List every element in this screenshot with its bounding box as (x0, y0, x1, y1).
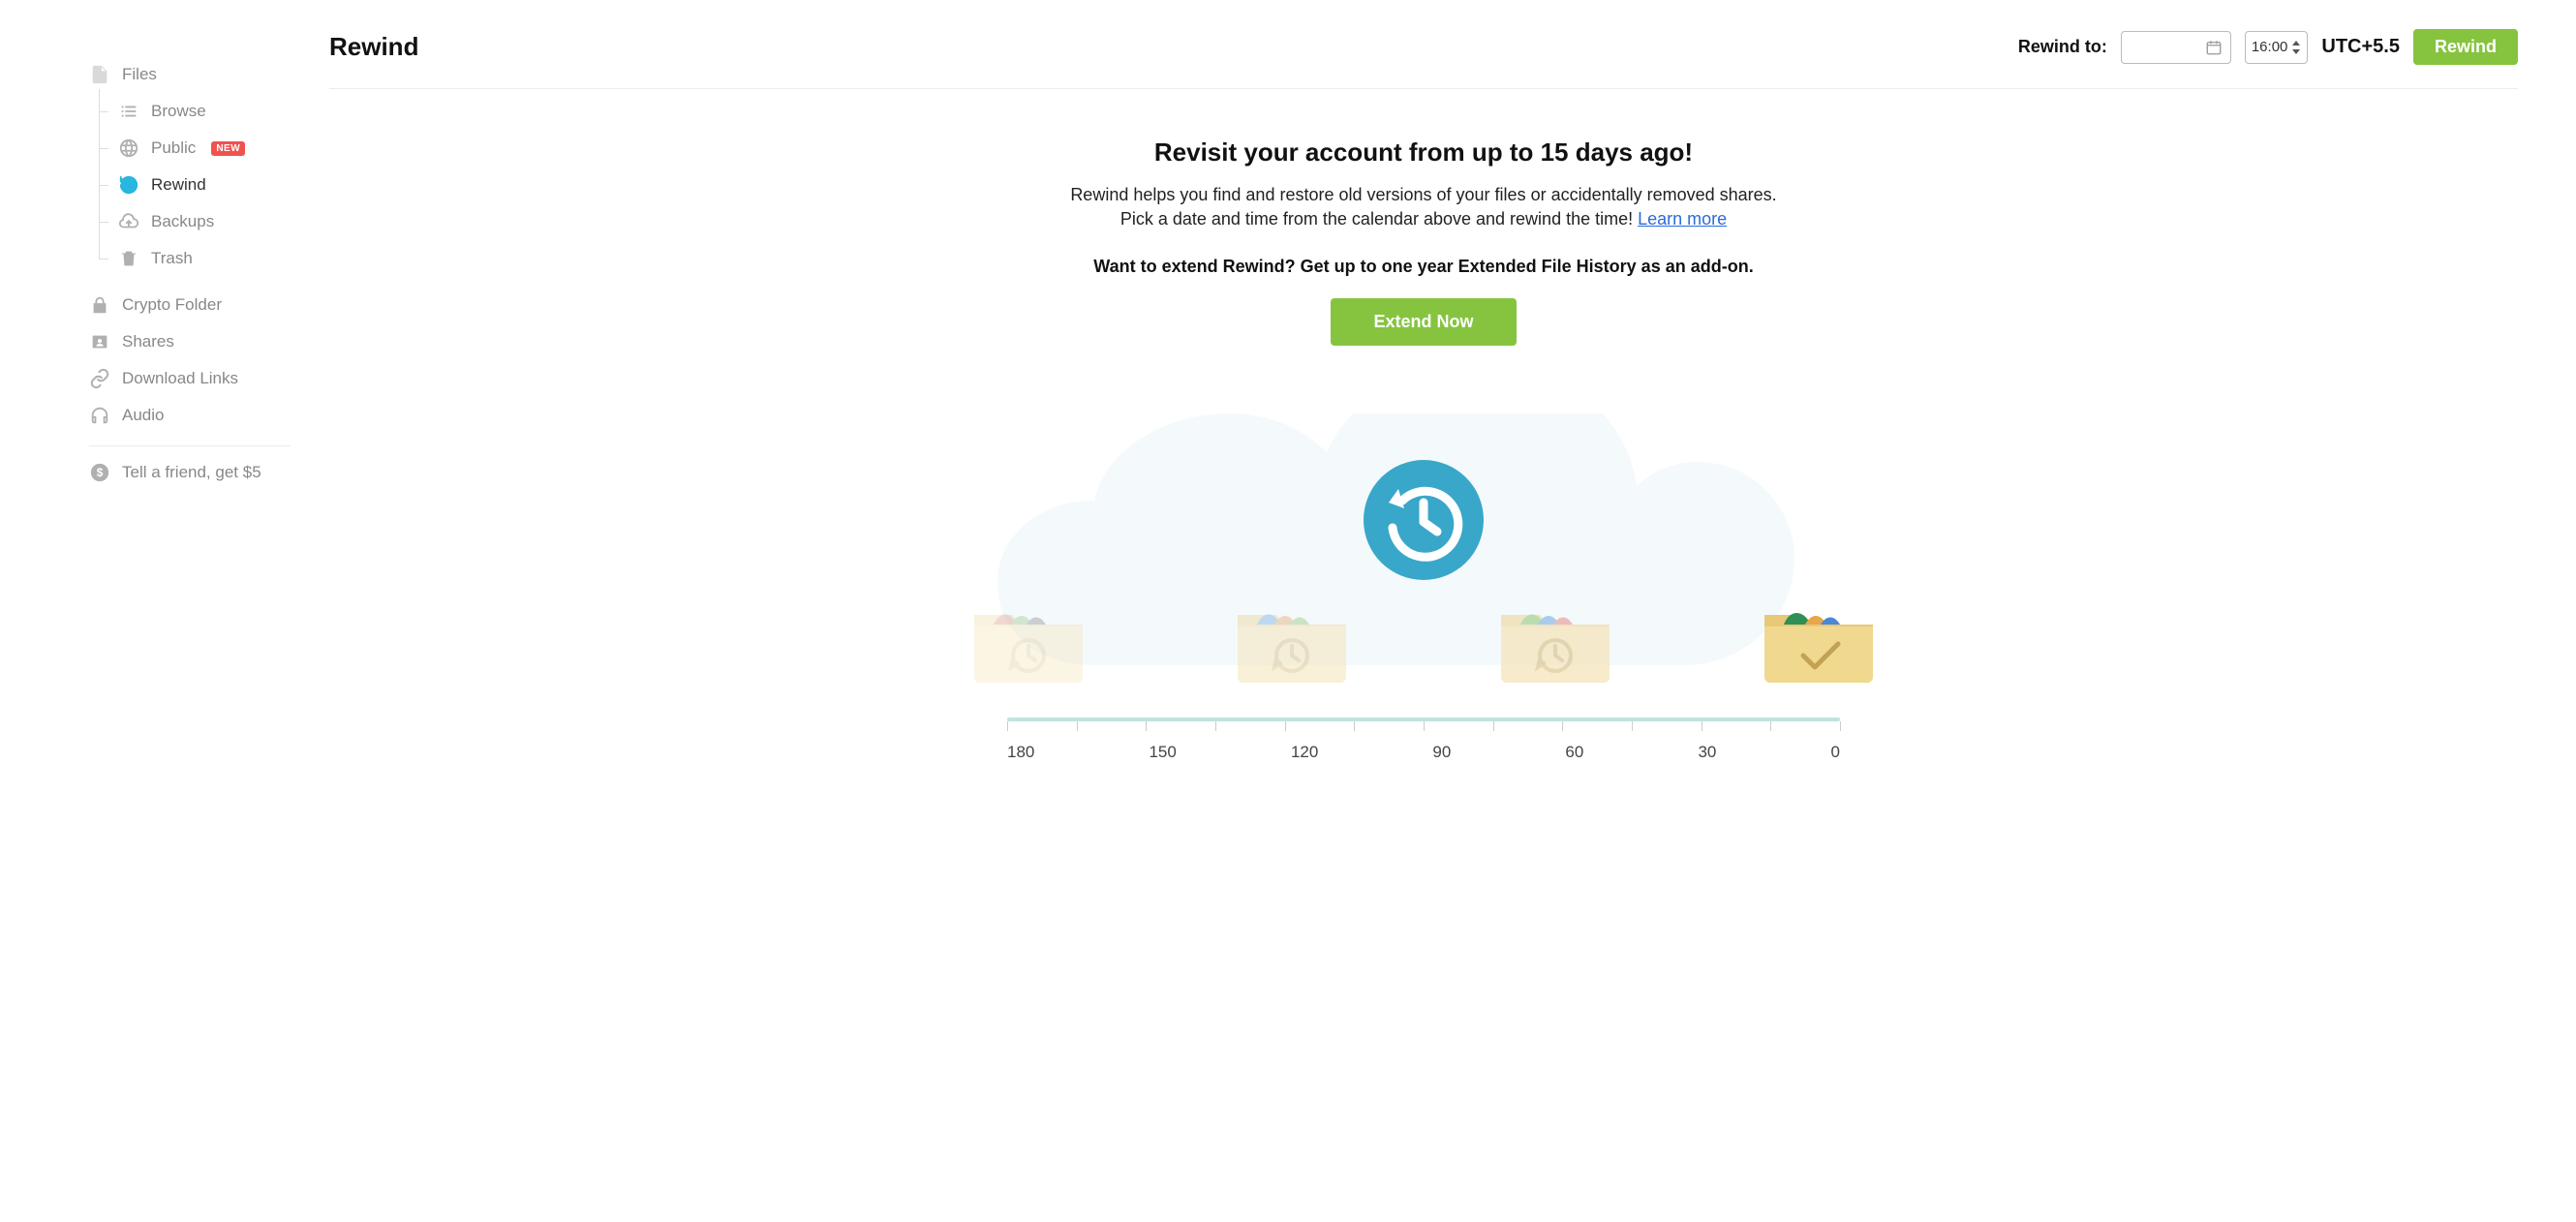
folder-stage-icon (1230, 588, 1354, 685)
description-line-1: Rewind helps you find and restore old ve… (891, 185, 1956, 205)
header: Rewind Rewind to: 16:00 UTC+5.5 Rewind (329, 29, 2518, 89)
description-text: Pick a date and time from the calendar a… (1120, 209, 1638, 229)
rewind-button[interactable]: Rewind (2413, 29, 2518, 65)
timeline-label: 0 (1830, 743, 1839, 762)
link-icon (89, 368, 110, 389)
svg-text:$: $ (97, 466, 104, 479)
timeline-labels: 180 150 120 90 60 30 0 (1007, 737, 1840, 762)
sidebar-item-label: Download Links (122, 369, 238, 388)
file-icon (89, 64, 110, 85)
lock-icon (89, 294, 110, 316)
timeline-ticks (1007, 721, 1840, 737)
content-body: Revisit your account from up to 15 days … (891, 89, 1956, 762)
new-badge: NEW (211, 141, 245, 156)
extend-prompt: Want to extend Rewind? Get up to one yea… (891, 257, 1956, 277)
sidebar-item-audio[interactable]: Audio (89, 397, 291, 434)
calendar-icon (2205, 39, 2223, 56)
trash-icon (118, 248, 139, 269)
learn-more-link[interactable]: Learn more (1638, 209, 1727, 229)
cloud-upload-icon (118, 211, 139, 232)
headline: Revisit your account from up to 15 days … (891, 137, 1956, 168)
timeline-label: 120 (1291, 743, 1318, 762)
sidebar-item-label: Browse (151, 102, 206, 121)
timezone-label: UTC+5.5 (2321, 36, 2400, 58)
sidebar-item-label: Shares (122, 332, 174, 351)
sidebar-item-label: Crypto Folder (122, 295, 222, 315)
sidebar-item-label: Rewind (151, 175, 206, 195)
sidebar-item-trash[interactable]: Trash (118, 240, 291, 277)
main-content: Rewind Rewind to: 16:00 UTC+5.5 Rewind R… (291, 29, 2518, 1222)
list-icon (118, 101, 139, 122)
sidebar-item-public[interactable]: Public NEW (118, 130, 291, 167)
sidebar-item-browse[interactable]: Browse (118, 93, 291, 130)
dollar-icon: $ (89, 462, 110, 483)
timeline-label: 180 (1007, 743, 1034, 762)
divider (89, 445, 291, 446)
timeline: 180 150 120 90 60 30 0 (1007, 718, 1840, 762)
headphones-icon (89, 405, 110, 426)
time-value: 16:00 (2252, 39, 2288, 55)
sidebar-item-label: Trash (151, 249, 193, 268)
sidebar-item-files[interactable]: Files (89, 56, 291, 93)
extend-now-button[interactable]: Extend Now (1331, 298, 1516, 346)
sidebar-item-backups[interactable]: Backups (118, 203, 291, 240)
sidebar-item-download-links[interactable]: Download Links (89, 360, 291, 397)
sidebar-item-label: Audio (122, 406, 164, 425)
sidebar-item-rewind[interactable]: Rewind (118, 167, 291, 203)
rewind-illustration (891, 413, 1956, 685)
rewind-icon (118, 174, 139, 196)
rewind-to-label: Rewind to: (2018, 37, 2107, 57)
sidebar-item-label: Backups (151, 212, 214, 231)
timeline-label: 90 (1432, 743, 1451, 762)
timeline-label: 30 (1698, 743, 1716, 762)
sidebar-item-label: Public (151, 138, 196, 158)
description-line-2: Pick a date and time from the calendar a… (891, 209, 1956, 229)
sidebar-item-label: Tell a friend, get $5 (122, 463, 261, 482)
folder-stage-icon (1493, 588, 1617, 685)
folder-current-icon (1757, 588, 1881, 685)
time-select[interactable]: 16:00 (2245, 31, 2309, 64)
rewind-controls: Rewind to: 16:00 UTC+5.5 Rewind (2018, 29, 2518, 65)
page-title: Rewind (329, 32, 418, 62)
sidebar-item-shares[interactable]: Shares (89, 323, 291, 360)
globe-icon (118, 137, 139, 159)
sidebar-item-tell-friend[interactable]: $ Tell a friend, get $5 (89, 454, 291, 491)
folder-stage-icon (966, 588, 1090, 685)
sidebar: Files Browse Public NEW Rewind Backups (0, 29, 291, 1222)
person-card-icon (89, 331, 110, 352)
timeline-label: 60 (1565, 743, 1583, 762)
sidebar-subtree: Browse Public NEW Rewind Backups Trash (99, 93, 291, 277)
sidebar-item-crypto[interactable]: Crypto Folder (89, 287, 291, 323)
date-input[interactable] (2121, 31, 2231, 64)
sidebar-item-label: Files (122, 65, 157, 84)
timeline-label: 150 (1149, 743, 1176, 762)
stepper-icon (2291, 41, 2301, 54)
